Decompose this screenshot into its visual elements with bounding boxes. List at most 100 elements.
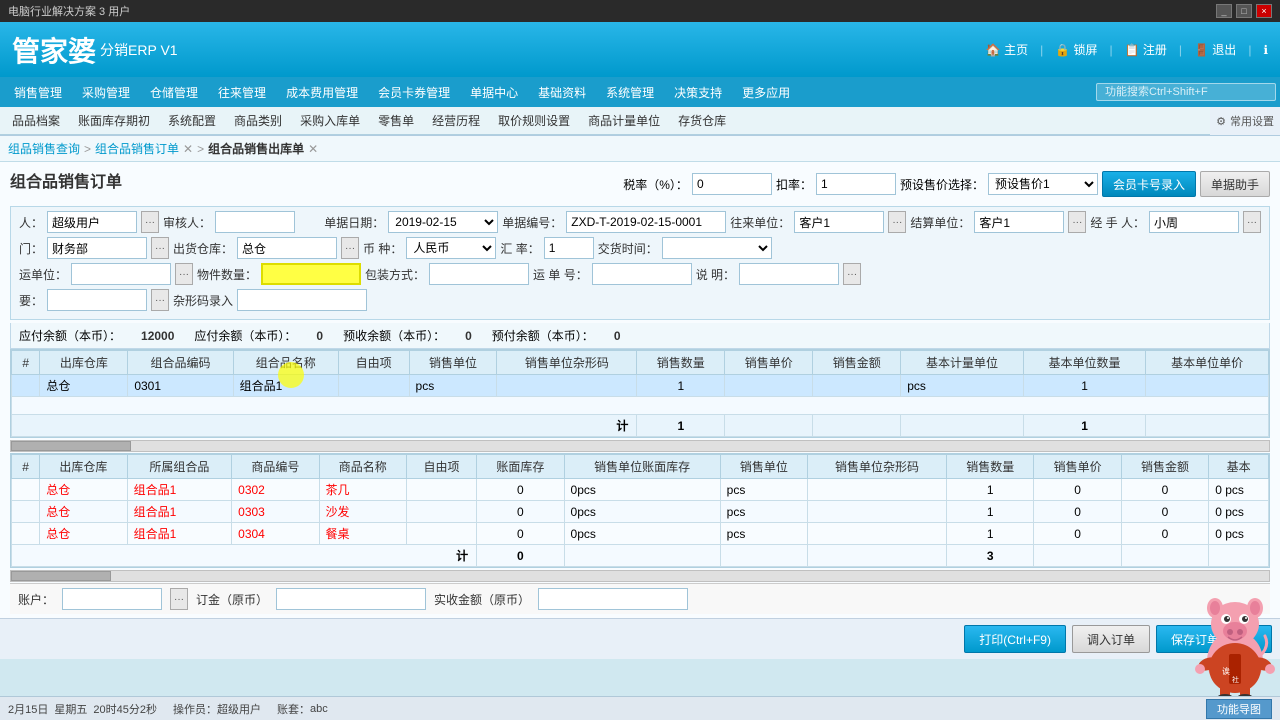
maximize-btn[interactable]: □ (1236, 4, 1252, 18)
th2-name: 商品名称 (319, 455, 406, 479)
dept-select-btn[interactable]: ··· (151, 237, 169, 259)
operator-input[interactable] (47, 211, 137, 233)
received-input[interactable] (538, 588, 688, 610)
nav-decision[interactable]: 决策支持 (664, 77, 732, 107)
currency-select[interactable]: 人民币 (406, 237, 496, 259)
counterpart-input[interactable] (794, 211, 884, 233)
operator-select-btn[interactable]: ··· (141, 211, 159, 233)
sub-purchase-in[interactable]: 采购入库单 (292, 109, 368, 133)
dept-input[interactable] (47, 237, 147, 259)
note-input[interactable] (739, 263, 839, 285)
settings-label: 常用设置 (1230, 113, 1274, 129)
nav-sales[interactable]: 销售管理 (4, 77, 72, 107)
sub-stock-init[interactable]: 账面库存期初 (70, 109, 158, 133)
warehouse-select-btn[interactable]: ··· (341, 237, 359, 259)
warehouse-label: 出货仓库： (173, 240, 233, 257)
ship-unit-input[interactable] (71, 263, 171, 285)
th-no: # (12, 351, 40, 375)
exchange-input[interactable] (544, 237, 594, 259)
lock-link[interactable]: 🔒 锁屏 (1055, 41, 1097, 58)
scrollbar-thumb (11, 441, 131, 451)
price-select[interactable]: 预设售价1 预设售价2 (988, 173, 1098, 195)
required-input[interactable] (47, 289, 147, 311)
th2-price: 销售单价 (1034, 455, 1121, 479)
account-input[interactable] (62, 588, 162, 610)
th-qty: 销售数量 (637, 351, 725, 375)
status-operator-label: 操作员： (173, 701, 217, 717)
status-account-label: 账套： (277, 701, 310, 717)
settlement-input[interactable] (974, 211, 1064, 233)
nav-purchase[interactable]: 采购管理 (72, 77, 140, 107)
product-row-2[interactable]: 总仓 组合品1 0303 沙发 0 0pcs pcs 1 0 0 0 pcs (12, 501, 1269, 523)
bill-no-input[interactable] (592, 263, 692, 285)
breadcrumb-close-icon[interactable]: ✕ (183, 142, 193, 156)
barcode-input[interactable] (237, 289, 367, 311)
order-deposit-input[interactable] (276, 588, 426, 610)
info-link[interactable]: ℹ (1263, 43, 1268, 57)
breadcrumb-item-1[interactable]: 组品销售查询 (8, 140, 80, 157)
sub-units[interactable]: 商品计量单位 (580, 109, 668, 133)
table2-scrollbar[interactable] (10, 570, 1270, 582)
member-card-btn[interactable]: 会员卡号录入 (1102, 171, 1196, 197)
settlement-select-btn[interactable]: ··· (1068, 211, 1086, 233)
window-controls: _ □ × (1216, 4, 1272, 18)
breadcrumb-item-2[interactable]: 组合品销售订单 (95, 140, 179, 157)
breadcrumb-close-icon-2[interactable]: ✕ (308, 142, 318, 156)
transaction-time-select[interactable] (662, 237, 772, 259)
nav-basic[interactable]: 基础资料 (528, 77, 596, 107)
sub-sys-config[interactable]: 系统配置 (160, 109, 224, 133)
sub-retail[interactable]: 零售单 (370, 109, 422, 133)
print-btn[interactable]: 打印(Ctrl+F9) (964, 625, 1066, 653)
sub-warehouse[interactable]: 存货仓库 (670, 109, 734, 133)
discount-input[interactable] (816, 173, 896, 195)
table1-scrollbar[interactable] (10, 440, 1270, 452)
th-free: 自由项 (338, 351, 409, 375)
minimize-btn[interactable]: _ (1216, 4, 1232, 18)
ship-unit-select-btn[interactable]: ··· (175, 263, 193, 285)
row-amount (813, 375, 901, 397)
row-unit-code (497, 375, 637, 397)
table-row[interactable]: 总仓 0301 组合品1 pcs 1 pcs 1 (12, 375, 1269, 397)
close-btn[interactable]: × (1256, 4, 1272, 18)
date-select[interactable]: 2019-02-15 (388, 211, 498, 233)
sub-price-rules[interactable]: 取价规则设置 (490, 109, 578, 133)
function-map-btn[interactable]: 功能导图 (1206, 699, 1272, 719)
warehouse-input[interactable] (237, 237, 337, 259)
row-base-price (1146, 375, 1269, 397)
th2-unit: 销售单位 (720, 455, 807, 479)
nav-warehouse[interactable]: 仓储管理 (140, 77, 208, 107)
packaging-input[interactable] (429, 263, 529, 285)
handler-select-btn[interactable]: ··· (1243, 211, 1261, 233)
function-search[interactable] (1096, 83, 1276, 101)
nav-cost[interactable]: 成本费用管理 (276, 77, 368, 107)
nav-transactions[interactable]: 往来管理 (208, 77, 276, 107)
counterpart-select-btn[interactable]: ··· (888, 211, 906, 233)
logout-link[interactable]: 🚪 退出 (1194, 41, 1236, 58)
register-link[interactable]: 📋 注册 (1125, 41, 1167, 58)
note-select-btn[interactable]: ··· (843, 263, 861, 285)
nav-more[interactable]: 更多应用 (732, 77, 800, 107)
settings-btn[interactable]: ⚙ 常用设置 (1210, 107, 1280, 135)
sub-history[interactable]: 经营历程 (424, 109, 488, 133)
nav-orders[interactable]: 单据中心 (460, 77, 528, 107)
sub-category[interactable]: 商品类别 (226, 109, 290, 133)
th2-warehouse: 出库仓库 (40, 455, 127, 479)
import-btn[interactable]: 调入订单 (1072, 625, 1150, 653)
th2-unit-code: 销售单位杂形码 (808, 455, 947, 479)
order-no-input[interactable] (566, 211, 726, 233)
ship-unit-label: 运单位： (19, 266, 67, 283)
part-count-input[interactable] (261, 263, 361, 285)
th-combo-name: 组合品名称 (233, 351, 338, 375)
product-row-1[interactable]: 总仓 组合品1 0302 茶几 0 0pcs pcs 1 0 0 0 pcs (12, 479, 1269, 501)
tax-rate-input[interactable] (692, 173, 772, 195)
account-select-btn[interactable]: ··· (170, 588, 188, 610)
reviewer-input[interactable] (215, 211, 295, 233)
product-row-3[interactable]: 总仓 组合品1 0304 餐桌 0 0pcs pcs 1 0 0 0 pcs (12, 523, 1269, 545)
home-link[interactable]: 🏠 主页 (986, 41, 1028, 58)
order-assistant-btn[interactable]: 单据助手 (1200, 171, 1270, 197)
nav-system[interactable]: 系统管理 (596, 77, 664, 107)
nav-member[interactable]: 会员卡券管理 (368, 77, 460, 107)
sub-products[interactable]: 品品档案 (4, 109, 68, 133)
handler-input[interactable] (1149, 211, 1239, 233)
required-select-btn[interactable]: ··· (151, 289, 169, 311)
